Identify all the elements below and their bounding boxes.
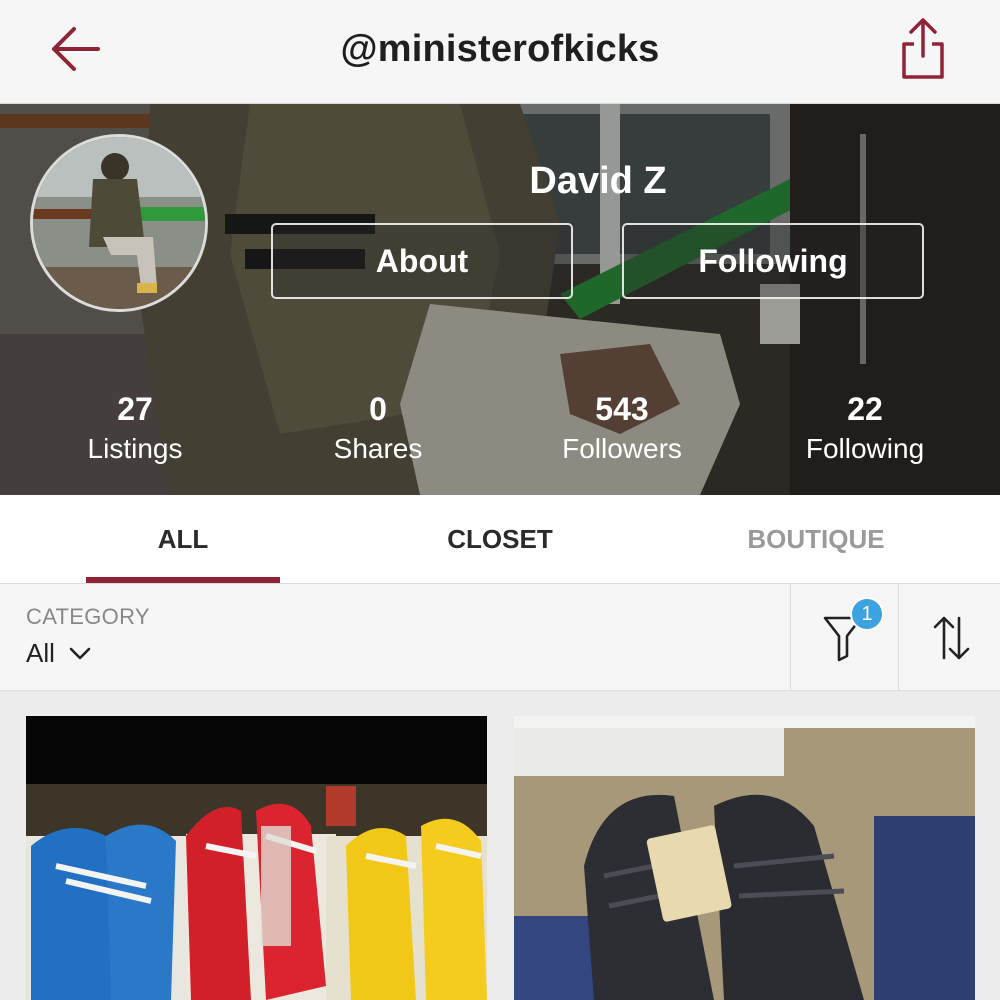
filter-funnel-icon — [823, 616, 863, 662]
sort-button[interactable] — [898, 584, 1000, 691]
tab-all[interactable]: ALL — [86, 495, 280, 584]
stat-value: 22 — [847, 391, 883, 427]
stat-value: 543 — [595, 391, 649, 427]
filter-bar: CATEGORY All — [0, 584, 1000, 691]
stat-listings[interactable]: 27 Listings — [35, 390, 235, 470]
share-button[interactable] — [896, 16, 950, 82]
category-dropdown[interactable]: All — [26, 638, 91, 669]
stat-label: Shares — [333, 433, 423, 464]
tab-closet[interactable]: CLOSET — [400, 495, 600, 584]
listing-card[interactable] — [26, 716, 487, 1000]
stat-value: 27 — [117, 391, 153, 427]
category-label: CATEGORY — [26, 604, 150, 629]
stat-shares[interactable]: 0 Shares — [278, 390, 478, 470]
page-title: @ministerofkicks — [340, 28, 660, 70]
following-button[interactable]: Following — [622, 223, 924, 299]
stat-value: 0 — [369, 391, 387, 427]
listing-photo — [514, 716, 975, 1000]
stat-followers[interactable]: 543 Followers — [522, 390, 722, 470]
stat-label: Listings — [87, 433, 183, 464]
share-icon — [902, 18, 944, 79]
profile-name: David Z — [529, 160, 667, 202]
listing-photo — [26, 716, 487, 1000]
chevron-down-icon — [69, 647, 91, 659]
about-button[interactable]: About — [271, 223, 573, 299]
active-tab-indicator — [86, 577, 280, 583]
avatar-photo — [33, 137, 205, 309]
stat-following[interactable]: 22 Following — [765, 390, 965, 470]
listing-tabs: ALL CLOSET BOUTIQUE — [0, 495, 1000, 584]
stat-label: Followers — [562, 433, 682, 464]
filter-count-badge: 1 — [850, 597, 884, 631]
profile-header: David Z About Following 27 Listings 0 Sh… — [0, 104, 1000, 495]
filter-button[interactable] — [790, 584, 898, 691]
avatar[interactable] — [30, 134, 208, 312]
stat-label: Following — [805, 433, 925, 464]
tab-boutique[interactable]: BOUTIQUE — [716, 495, 916, 584]
category-value: All — [26, 638, 55, 668]
sort-arrows-icon — [933, 616, 970, 660]
listing-card[interactable] — [514, 716, 975, 1000]
top-navigation-bar: @ministerofkicks — [0, 0, 1000, 104]
